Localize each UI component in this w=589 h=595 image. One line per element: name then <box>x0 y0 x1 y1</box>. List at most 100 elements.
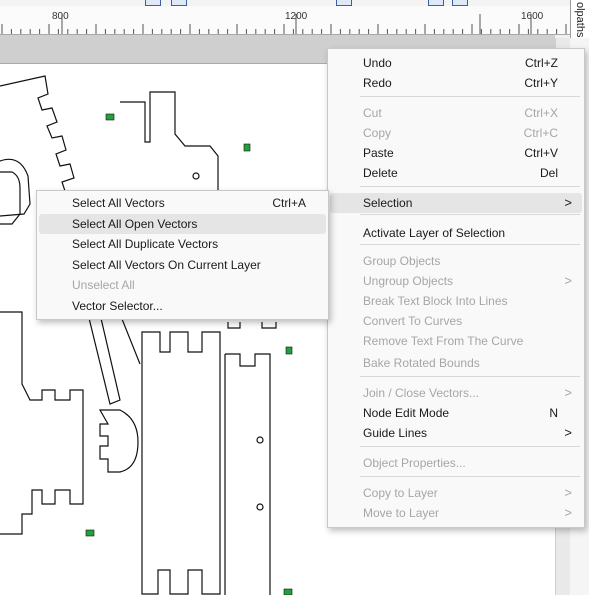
menu-separator <box>360 446 580 447</box>
menu-item-delete[interactable]: Delete Del <box>330 163 582 183</box>
menu-item-label: Bake Rotated Bounds <box>363 356 480 370</box>
menu-item-label: Paste <box>363 146 394 160</box>
menu-item-shortcut: Ctrl+X <box>524 106 558 120</box>
menu-item-label: Cut <box>363 106 382 120</box>
menu-item-label: Break Text Block Into Lines <box>363 294 508 308</box>
menu-item-shortcut: Ctrl+Y <box>524 76 558 90</box>
menu-item-ungroup-objects[interactable]: Ungroup Objects > <box>330 271 582 291</box>
vector-shape <box>227 322 241 329</box>
menu-item-label: Redo <box>363 76 392 90</box>
submenu-item-label: Select All Open Vectors <box>72 217 198 231</box>
submenu-item-select-all-vectors-on-current-layer[interactable]: Select All Vectors On Current Layer <box>39 255 326 275</box>
menu-separator <box>360 186 580 187</box>
chevron-right-icon: > <box>564 273 572 288</box>
menu-separator <box>360 96 580 97</box>
menu-item-label: Selection <box>363 196 413 210</box>
menu-item-label: Delete <box>363 166 398 180</box>
hole-circle <box>256 436 264 444</box>
vector-shape <box>119 313 141 365</box>
menu-item-selection[interactable]: Selection > <box>330 193 582 213</box>
menu-item-shortcut: Del <box>539 166 558 180</box>
submenu-item-label: Vector Selector... <box>72 299 163 313</box>
context-menu: Undo Ctrl+Z Redo Ctrl+Y Cut Ctrl+X Copy Ctrl+C P… <box>327 48 585 528</box>
hole-circle <box>192 172 200 180</box>
vector-shape <box>0 75 75 199</box>
menu-item-copy[interactable]: Copy Ctrl+C <box>330 123 582 143</box>
menu-item-copy-to-layer[interactable]: Copy to Layer > <box>330 483 582 503</box>
menu-item-remove-text-from-the-curve[interactable]: Remove Text From The Curve <box>330 331 582 351</box>
menu-item-label: Remove Text From The Curve <box>363 334 524 348</box>
submenu-item-label: Unselect All <box>72 278 135 292</box>
side-tab[interactable]: olpaths <box>570 0 589 39</box>
submenu-item-select-all-duplicate-vectors[interactable]: Select All Duplicate Vectors <box>39 234 326 254</box>
menu-item-label: Convert To Curves <box>363 314 463 328</box>
submenu-item-unselect-all[interactable]: Unselect All <box>39 275 326 295</box>
menu-separator <box>360 376 580 377</box>
menu-item-bake-rotated-bounds[interactable]: Bake Rotated Bounds <box>330 353 582 373</box>
menu-item-paste[interactable]: Paste Ctrl+V <box>330 143 582 163</box>
vector-shape <box>120 91 219 200</box>
menu-separator <box>360 244 580 245</box>
submenu-item-select-all-vectors[interactable]: Select All Vectors Ctrl+A <box>39 193 326 213</box>
menu-item-shortcut: Ctrl+V <box>524 146 558 160</box>
menu-item-shortcut: Ctrl+C <box>523 126 558 140</box>
menu-item-guide-lines[interactable]: Guide Lines > <box>330 423 582 443</box>
chevron-right-icon: > <box>564 385 572 400</box>
vector-shape <box>225 353 271 595</box>
horizontal-ruler: 800 1200 1600 <box>0 6 570 35</box>
ruler-label: 1200 <box>285 11 308 22</box>
menu-item-redo[interactable]: Redo Ctrl+Y <box>330 73 582 93</box>
menu-item-convert-to-curves[interactable]: Convert To Curves <box>330 311 582 331</box>
marker-icon <box>85 529 95 537</box>
menu-item-label: Copy <box>363 126 392 140</box>
chevron-right-icon: > <box>564 505 572 520</box>
menu-separator <box>360 476 580 477</box>
menu-item-label: Object Properties... <box>363 456 466 470</box>
menu-item-label: Ungroup Objects <box>363 274 454 288</box>
menu-item-cut[interactable]: Cut Ctrl+X <box>330 103 582 123</box>
menu-item-label: Node Edit Mode <box>363 406 450 420</box>
hole-circle <box>256 503 264 511</box>
chevron-right-icon: > <box>564 485 572 500</box>
menu-item-break-text-block-into-lines[interactable]: Break Text Block Into Lines <box>330 291 582 311</box>
submenu-item-select-all-open-vectors[interactable]: Select All Open Vectors <box>39 214 326 234</box>
menu-item-shortcut: N <box>549 406 558 420</box>
chevron-right-icon: > <box>564 425 572 440</box>
vector-shape <box>141 331 221 595</box>
menu-item-group-objects[interactable]: Group Objects <box>330 251 582 271</box>
vector-shape <box>0 311 84 535</box>
submenu-item-label: Select All Duplicate Vectors <box>72 237 219 251</box>
menu-item-shortcut: Ctrl+Z <box>525 56 558 70</box>
ruler-label: 800 <box>52 11 69 22</box>
menu-item-label: Activate Layer of Selection <box>363 226 506 240</box>
marker-icon <box>243 143 251 152</box>
menu-item-label: Undo <box>363 56 392 70</box>
menu-item-node-edit-mode[interactable]: Node Edit Mode N <box>330 403 582 423</box>
submenu-item-label: Select All Vectors On Current Layer <box>72 258 261 272</box>
menu-separator <box>360 214 580 215</box>
vector-shape <box>87 313 121 405</box>
submenu-item-label: Select All Vectors <box>72 196 165 210</box>
menu-item-object-properties[interactable]: Object Properties... <box>330 453 582 473</box>
side-tab-label: olpaths <box>574 2 586 38</box>
menu-item-label: Move to Layer <box>363 506 440 520</box>
vector-shape <box>98 409 139 473</box>
submenu-item-shortcut: Ctrl+A <box>272 196 306 210</box>
vector-shape <box>0 158 31 217</box>
submenu-item-vector-selector[interactable]: Vector Selector... <box>39 296 326 316</box>
marker-icon <box>285 346 293 355</box>
vector-shape <box>261 322 277 329</box>
menu-item-label: Group Objects <box>363 254 441 268</box>
menu-item-move-to-layer[interactable]: Move to Layer > <box>330 503 582 523</box>
menu-item-join-close-vectors[interactable]: Join / Close Vectors... > <box>330 383 582 403</box>
selection-submenu: Select All Vectors Ctrl+A Select All Open … <box>36 190 329 320</box>
marker-icon <box>105 113 115 121</box>
menu-item-undo[interactable]: Undo Ctrl+Z <box>330 53 582 73</box>
marker-icon <box>283 588 293 595</box>
chevron-right-icon: > <box>564 195 572 210</box>
menu-item-label: Copy to Layer <box>363 486 438 500</box>
menu-item-activate-layer-of-selection[interactable]: Activate Layer of Selection <box>330 223 582 243</box>
ruler-label: 1600 <box>521 11 544 22</box>
menu-item-label: Join / Close Vectors... <box>363 386 480 400</box>
menu-item-label: Guide Lines <box>363 426 428 440</box>
